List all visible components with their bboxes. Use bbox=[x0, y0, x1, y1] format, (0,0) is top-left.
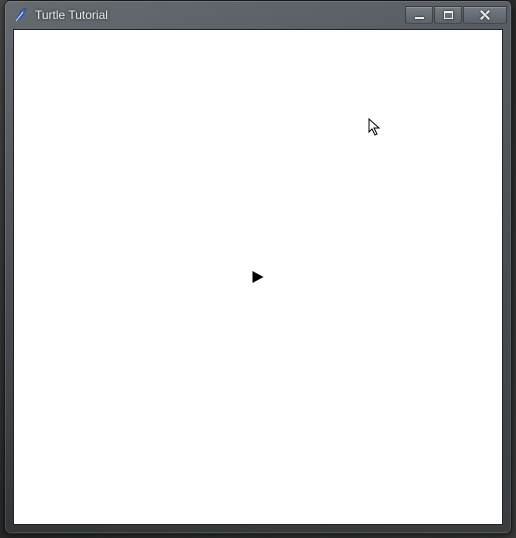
maximize-button[interactable] bbox=[434, 6, 462, 24]
maximize-icon bbox=[444, 11, 453, 19]
close-icon bbox=[479, 9, 491, 21]
application-window: Turtle Tutorial bbox=[4, 0, 512, 534]
client-area bbox=[13, 29, 503, 525]
window-title: Turtle Tutorial bbox=[35, 8, 405, 22]
tk-feather-icon bbox=[13, 7, 29, 23]
turtle-canvas[interactable] bbox=[14, 30, 502, 524]
turtle-cursor-icon bbox=[253, 271, 264, 283]
minimize-button[interactable] bbox=[405, 6, 433, 24]
titlebar[interactable]: Turtle Tutorial bbox=[5, 1, 511, 29]
minimize-icon bbox=[415, 17, 424, 19]
close-button[interactable] bbox=[463, 6, 507, 24]
mouse-pointer-icon bbox=[368, 118, 384, 138]
window-controls bbox=[405, 6, 507, 24]
